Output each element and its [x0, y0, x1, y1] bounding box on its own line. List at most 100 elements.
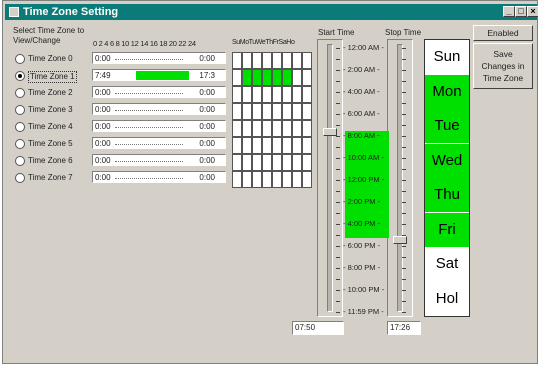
- day-grid-cell[interactable]: [302, 137, 312, 154]
- day-thu[interactable]: Thu: [425, 178, 469, 212]
- zone-time-bar[interactable]: 0:00 0:00: [92, 103, 226, 115]
- day-grid-cell[interactable]: [262, 171, 272, 188]
- day-grid-cell[interactable]: [262, 103, 272, 120]
- day-grid-cell[interactable]: [262, 137, 272, 154]
- day-grid-cell[interactable]: [282, 171, 292, 188]
- zone-time-bar[interactable]: 0:00 0:00: [92, 171, 226, 183]
- zone-time-bar[interactable]: 0:00 0:00: [92, 86, 226, 98]
- day-grid-cell[interactable]: [242, 120, 252, 137]
- zone-label[interactable]: Time Zone 7: [28, 173, 73, 183]
- day-grid-cell[interactable]: [252, 154, 262, 171]
- day-grid-cell[interactable]: [242, 52, 252, 69]
- day-grid-cell[interactable]: [282, 52, 292, 69]
- day-grid-cell[interactable]: [282, 137, 292, 154]
- zone-radio[interactable]: [15, 122, 25, 132]
- stop-slider-thumb[interactable]: [393, 235, 407, 244]
- day-grid-cell[interactable]: [292, 69, 302, 86]
- day-grid-cell[interactable]: [262, 120, 272, 137]
- day-grid-cell[interactable]: [292, 154, 302, 171]
- day-grid-cell[interactable]: [232, 120, 242, 137]
- day-grid-cell[interactable]: [242, 103, 252, 120]
- day-grid-cell[interactable]: [242, 86, 252, 103]
- zone-radio[interactable]: [15, 71, 25, 81]
- day-grid-cell[interactable]: [302, 120, 312, 137]
- minimize-icon[interactable]: _: [503, 6, 515, 17]
- start-slider-thumb[interactable]: [323, 128, 337, 137]
- day-grid-cell[interactable]: [292, 137, 302, 154]
- zone-label[interactable]: Time Zone 1: [28, 71, 77, 83]
- title-bar[interactable]: Time Zone Setting _ □ ×: [5, 4, 538, 20]
- day-grid-cell[interactable]: [272, 154, 282, 171]
- day-grid-cell[interactable]: [282, 86, 292, 103]
- day-grid-cell[interactable]: [232, 154, 242, 171]
- zone-label[interactable]: Time Zone 3: [28, 105, 73, 115]
- day-grid-cell[interactable]: [302, 171, 312, 188]
- day-grid-cell[interactable]: [302, 52, 312, 69]
- zone-radio[interactable]: [15, 54, 25, 64]
- day-grid-cell[interactable]: [272, 171, 282, 188]
- day-mon[interactable]: Mon: [425, 74, 469, 109]
- day-grid-cell[interactable]: [292, 120, 302, 137]
- day-grid-cell[interactable]: [292, 52, 302, 69]
- stop-slider[interactable]: [387, 39, 413, 317]
- day-grid-cell[interactable]: [232, 103, 242, 120]
- day-grid-cell[interactable]: [262, 52, 272, 69]
- zone-label[interactable]: Time Zone 2: [28, 88, 73, 98]
- day-grid-cell[interactable]: [252, 86, 262, 103]
- day-grid-cell[interactable]: [262, 154, 272, 171]
- day-grid-cell[interactable]: [272, 69, 282, 86]
- day-grid-cell[interactable]: [262, 69, 272, 86]
- zone-radio[interactable]: [15, 105, 25, 115]
- day-grid-cell[interactable]: [282, 154, 292, 171]
- zone-radio[interactable]: [15, 173, 25, 183]
- app-icon[interactable]: [9, 7, 19, 17]
- stop-time-field[interactable]: 17:26: [387, 321, 421, 335]
- zone-time-bar[interactable]: 0:00 0:00: [92, 52, 226, 64]
- enabled-button[interactable]: Enabled: [473, 25, 533, 41]
- day-grid-cell[interactable]: [232, 52, 242, 69]
- day-tue[interactable]: Tue: [425, 109, 469, 143]
- day-grid-cell[interactable]: [292, 171, 302, 188]
- day-grid-cell[interactable]: [232, 171, 242, 188]
- day-grid-cell[interactable]: [272, 52, 282, 69]
- day-fri[interactable]: Fri: [425, 212, 469, 247]
- maximize-icon[interactable]: □: [515, 6, 527, 17]
- zone-time-bar[interactable]: 0:00 0:00: [92, 120, 226, 132]
- day-grid-cell[interactable]: [242, 137, 252, 154]
- zone-label[interactable]: Time Zone 5: [28, 139, 73, 149]
- start-time-field[interactable]: 07:50: [292, 321, 344, 335]
- day-sat[interactable]: Sat: [425, 247, 469, 281]
- zone-label[interactable]: Time Zone 6: [28, 156, 73, 166]
- day-grid-cell[interactable]: [282, 120, 292, 137]
- zone-radio[interactable]: [15, 156, 25, 166]
- day-grid-cell[interactable]: [302, 103, 312, 120]
- day-grid-cell[interactable]: [302, 154, 312, 171]
- day-wed[interactable]: Wed: [425, 143, 469, 178]
- zone-label[interactable]: Time Zone 0: [28, 54, 73, 64]
- day-grid-cell[interactable]: [252, 120, 262, 137]
- zone-time-bar[interactable]: 0:00 0:00: [92, 154, 226, 166]
- day-grid-cell[interactable]: [252, 69, 262, 86]
- day-grid-cell[interactable]: [302, 86, 312, 103]
- day-grid-cell[interactable]: [232, 69, 242, 86]
- day-grid-cell[interactable]: [252, 171, 262, 188]
- zone-radio[interactable]: [15, 139, 25, 149]
- day-grid-cell[interactable]: [242, 154, 252, 171]
- day-grid-cell[interactable]: [272, 137, 282, 154]
- day-grid-cell[interactable]: [272, 103, 282, 120]
- day-sun[interactable]: Sun: [425, 40, 469, 74]
- day-grid-cell[interactable]: [242, 69, 252, 86]
- day-grid-cell[interactable]: [232, 137, 242, 154]
- zone-time-bar[interactable]: 0:00 0:00: [92, 137, 226, 149]
- day-grid-cell[interactable]: [292, 86, 302, 103]
- day-grid-cell[interactable]: [242, 171, 252, 188]
- save-changes-button[interactable]: Save Changes in Time Zone: [473, 43, 533, 89]
- day-grid-cell[interactable]: [282, 69, 292, 86]
- day-grid-cell[interactable]: [252, 52, 262, 69]
- day-grid-cell[interactable]: [302, 69, 312, 86]
- day-grid-cell[interactable]: [272, 120, 282, 137]
- day-grid-cell[interactable]: [232, 86, 242, 103]
- close-icon[interactable]: ×: [527, 6, 538, 17]
- day-grid-cell[interactable]: [292, 103, 302, 120]
- day-grid-cell[interactable]: [252, 137, 262, 154]
